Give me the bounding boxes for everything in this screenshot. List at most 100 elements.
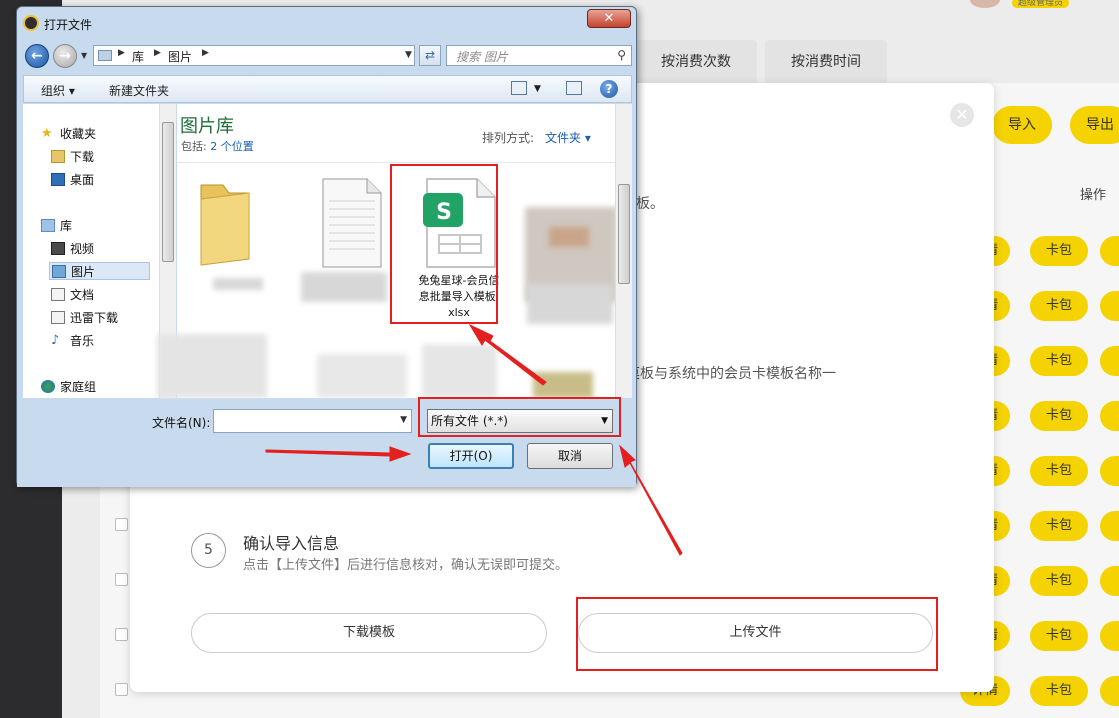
sidebar-item-label: 迅雷下载 xyxy=(70,310,119,325)
more-button[interactable] xyxy=(1100,346,1119,376)
address-bar[interactable]: ▶ 库 ▶ 图片 ▶ ▼ xyxy=(93,45,415,66)
step-title: 确认导入信息 xyxy=(243,534,340,553)
highlight-box xyxy=(390,164,498,324)
sidebar-item-label: 视频 xyxy=(70,241,95,256)
row-checkbox[interactable] xyxy=(115,628,128,641)
cardpack-button[interactable]: 卡包 xyxy=(1030,236,1088,266)
step-text-partial: 板。 xyxy=(636,196,664,212)
new-folder-button[interactable]: 新建文件夹 xyxy=(109,82,169,99)
open-button[interactable]: 打开(O) xyxy=(428,443,514,469)
back-button[interactable]: ← xyxy=(25,44,49,68)
content-scrollbar[interactable] xyxy=(615,104,632,398)
folder-icon xyxy=(98,50,112,61)
folder-item[interactable] xyxy=(187,177,267,272)
chevron-right-icon[interactable]: ▶ xyxy=(202,48,209,58)
close-icon[interactable]: ✕ xyxy=(950,103,974,127)
blurred-label xyxy=(213,278,263,290)
row-checkbox[interactable] xyxy=(115,518,128,531)
row-checkbox[interactable] xyxy=(115,573,128,586)
video-icon xyxy=(51,241,65,255)
cardpack-button[interactable]: 卡包 xyxy=(1030,401,1088,431)
chevron-down-icon[interactable]: ▼ xyxy=(400,415,407,425)
view-dropdown-icon[interactable]: ▼ xyxy=(534,84,541,94)
organize-menu[interactable]: 组织 ▾ xyxy=(41,82,75,99)
sidebar-item-documents[interactable]: 文档 xyxy=(51,285,94,303)
sort-dropdown[interactable]: 文件夹 ▾ xyxy=(545,129,591,146)
download-template-button[interactable]: 下载模板 xyxy=(191,613,547,653)
sidebar-item-library[interactable]: 库 xyxy=(41,216,72,234)
address-dropdown-icon[interactable]: ▼ xyxy=(405,50,412,60)
search-input[interactable]: 搜索 图片 ⚲ xyxy=(446,45,632,66)
step-number: 5 xyxy=(191,533,226,568)
preview-pane-icon[interactable] xyxy=(566,81,582,95)
sidebar-item-music[interactable]: ♪ 音乐 xyxy=(51,331,94,349)
more-button[interactable] xyxy=(1100,621,1119,651)
sidebar-item-favorites[interactable]: ★ 收藏夹 xyxy=(41,124,96,142)
breadcrumb-library[interactable]: 库 xyxy=(132,48,144,65)
sidebar-item-pictures[interactable]: 图片 xyxy=(49,262,150,280)
more-button[interactable] xyxy=(1100,511,1119,541)
tab-by-time[interactable]: 按消费时间 xyxy=(765,40,887,83)
view-icon[interactable] xyxy=(511,81,527,95)
cancel-button[interactable]: 取消 xyxy=(527,443,613,469)
sidebar-item-label: 家庭组 xyxy=(60,379,97,394)
sidebar-item-desktop[interactable]: 桌面 xyxy=(51,170,94,188)
dialog-titlebar[interactable]: 打开文件 ✕ xyxy=(17,7,636,37)
chevron-right-icon[interactable]: ▶ xyxy=(118,48,125,58)
search-icon[interactable]: ⚲ xyxy=(617,48,626,62)
blurred-thumbnail[interactable] xyxy=(317,354,407,398)
blurred-label xyxy=(301,272,387,302)
more-button[interactable] xyxy=(1100,566,1119,596)
highlight-box xyxy=(576,597,938,671)
cardpack-button[interactable]: 卡包 xyxy=(1030,291,1088,321)
highlight-box xyxy=(418,397,621,437)
blurred-thumbnail[interactable] xyxy=(157,334,267,398)
sidebar-item-downloads[interactable]: 下载 xyxy=(51,147,94,165)
scrollbar-thumb[interactable] xyxy=(162,122,174,262)
sort-label: 排列方式: xyxy=(482,131,535,145)
cardpack-button[interactable]: 卡包 xyxy=(1030,676,1088,706)
cardpack-button[interactable]: 卡包 xyxy=(1030,456,1088,486)
cardpack-button[interactable]: 卡包 xyxy=(1030,566,1088,596)
table-header-operation: 操作 xyxy=(1080,188,1107,203)
forward-button[interactable]: → xyxy=(53,44,77,68)
admin-badge: 超级管理员 xyxy=(1012,0,1070,8)
export-button[interactable]: 导出 xyxy=(1070,106,1119,144)
library-includes: 包括: 2 个位置 xyxy=(181,138,254,154)
dialog-close-button[interactable]: ✕ xyxy=(587,9,631,28)
more-button[interactable] xyxy=(1100,401,1119,431)
cardpack-button[interactable]: 卡包 xyxy=(1030,346,1088,376)
picture-icon xyxy=(52,264,66,278)
sidebar-item-videos[interactable]: 视频 xyxy=(51,239,94,257)
import-button[interactable]: 导入 xyxy=(992,106,1052,144)
cardpack-button[interactable]: 卡包 xyxy=(1030,621,1088,651)
more-button[interactable] xyxy=(1100,456,1119,486)
sidebar-item-homegroup[interactable]: 家庭组 xyxy=(41,377,96,395)
history-dropdown-icon[interactable]: ▼ xyxy=(81,51,87,60)
include-label: 包括: xyxy=(181,140,207,153)
filename-input[interactable]: ▼ xyxy=(213,409,412,433)
blurred-thumbnail[interactable] xyxy=(533,372,593,398)
blurred-thumbnail xyxy=(549,227,589,247)
chevron-right-icon[interactable]: ▶ xyxy=(154,48,161,58)
cardpack-button[interactable]: 卡包 xyxy=(1030,511,1088,541)
sidebar-item-thunder[interactable]: 迅雷下载 xyxy=(51,308,118,326)
tab-bar: 按消费次数 按消费时间 xyxy=(635,40,887,83)
dialog-title: 打开文件 xyxy=(44,18,93,32)
more-button[interactable] xyxy=(1100,676,1119,706)
help-icon[interactable]: ? xyxy=(600,80,618,98)
more-button[interactable] xyxy=(1100,236,1119,266)
dialog-toolbar: 组织 ▾ 新建文件夹 ▼ ? xyxy=(23,75,632,103)
scrollbar-thumb[interactable] xyxy=(618,184,630,284)
folder-icon xyxy=(200,184,250,266)
blurred-label xyxy=(527,284,613,324)
breadcrumb-pictures[interactable]: 图片 xyxy=(168,48,192,65)
refresh-icon[interactable]: ⇄ xyxy=(419,45,441,66)
blurred-thumbnail[interactable] xyxy=(422,344,497,398)
music-icon: ♪ xyxy=(51,332,60,348)
more-button[interactable] xyxy=(1100,291,1119,321)
locations-link[interactable]: 2 个位置 xyxy=(210,140,254,153)
row-checkbox[interactable] xyxy=(115,683,128,696)
document-item[interactable] xyxy=(317,177,387,272)
tab-by-count[interactable]: 按消费次数 xyxy=(635,40,757,83)
